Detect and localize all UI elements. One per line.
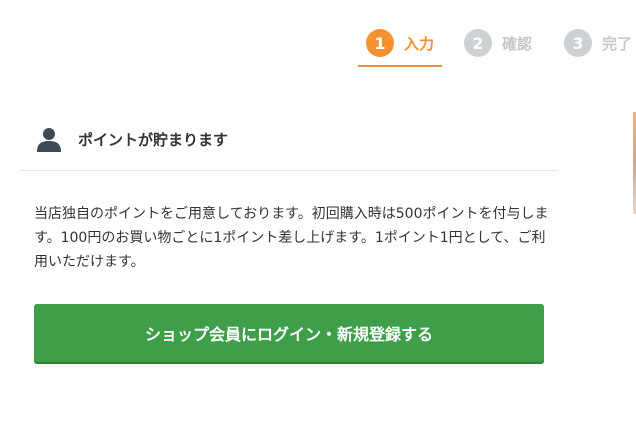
points-title: ポイントが貯まります: [78, 131, 229, 149]
member-login-register-button[interactable]: ショップ会員にログイン・新規登録する: [34, 304, 544, 362]
step-complete: 3 完了: [564, 27, 632, 59]
checkout-stepper: 1 入力 2 確認 3 完了: [358, 27, 636, 67]
active-step-indicator: [358, 65, 442, 67]
step-label: 確認: [502, 34, 533, 53]
step-confirm: 2 確認: [464, 27, 532, 59]
step-label: 完了: [602, 34, 633, 53]
step-number: 1: [366, 29, 394, 57]
points-header: ポイントが貯まります: [20, 108, 558, 171]
person-icon: [36, 127, 62, 153]
step-number: 3: [564, 29, 592, 57]
step-input: 1 入力: [366, 27, 434, 59]
points-description: 当店独自のポイントをご用意しております。初回購入時は500ポイントを付与します。…: [34, 206, 549, 270]
step-label: 入力: [404, 34, 435, 53]
step-number: 2: [464, 29, 492, 57]
